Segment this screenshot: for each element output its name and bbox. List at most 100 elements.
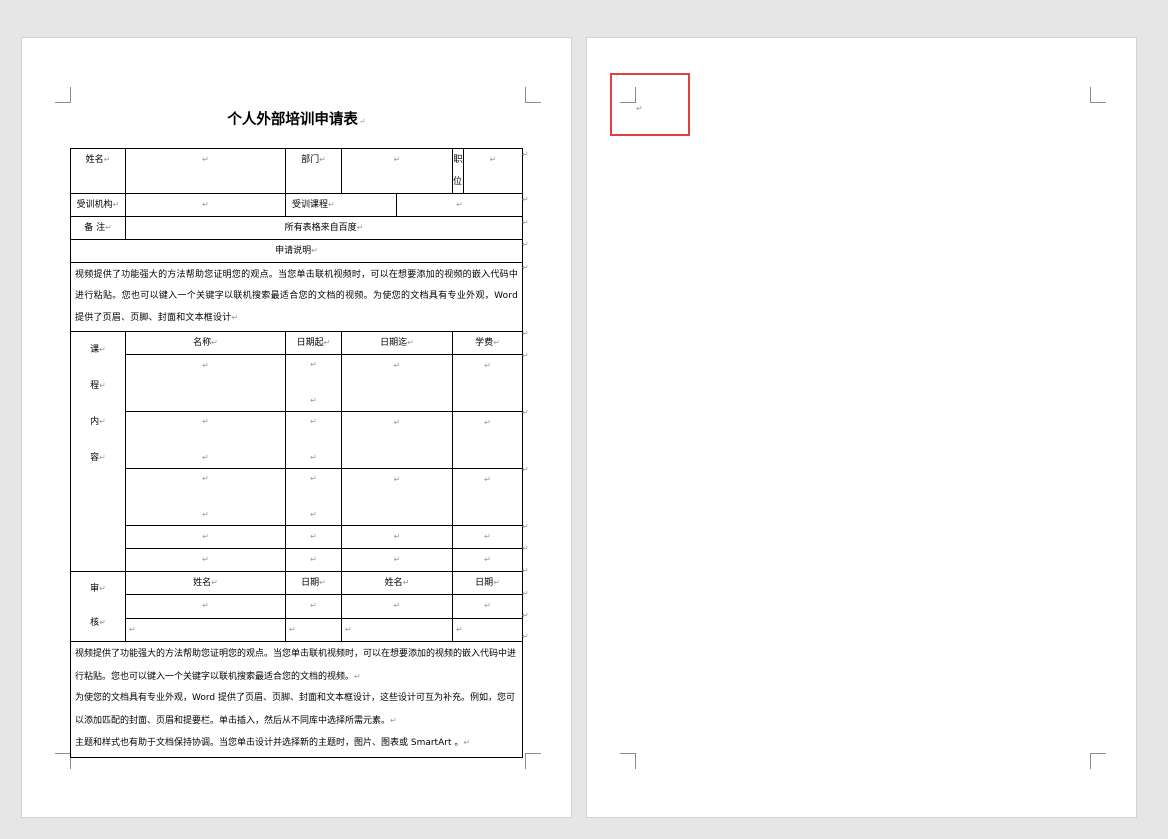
table-row-basic-info: 姓名↵ ↵ 部门↵ ↵ 职位↵ ↵	[70, 148, 524, 194]
course-cell[interactable]: ↵	[124, 354, 287, 412]
paragraph-mark-icon: ↵	[358, 117, 366, 126]
approval-cell[interactable]: ↵	[124, 617, 287, 643]
footer-line-3: 主题和样式也有助于文档保持协调。当您单击设计并选择新的主题时，图片、图表或 Sm…	[75, 738, 464, 748]
course-cell[interactable]: ↵ ↵	[285, 354, 343, 412]
course-cell[interactable]: ↵ ↵	[285, 468, 343, 526]
position-label-cell[interactable]: 职位↵	[452, 148, 465, 194]
remark-value-cell[interactable]: 所有表格来自百度↵	[124, 216, 524, 240]
document-title[interactable]: 个人外部培训申请表↵	[22, 108, 571, 129]
course-cell[interactable]: ↵	[341, 468, 454, 526]
approval-cell[interactable]: ↵	[452, 594, 524, 619]
table-row: ↵ ↵ ↵ ↵	[71, 548, 524, 572]
table-row: ↵ ↵ ↵ ↵ ↵	[71, 354, 524, 412]
footer-line-2: 为使您的文档具有专业外观，Word 提供了页眉、页脚、封面和文本框设计，这些设计…	[75, 693, 515, 726]
approval-cell[interactable]: ↵	[452, 617, 524, 643]
row-end-mark-icon: ↵	[522, 195, 529, 204]
course-cell[interactable]: ↵	[452, 354, 524, 412]
table-row-training: 受训机构↵ ↵ 受训课程↵ ↵	[70, 193, 524, 217]
course-value-cell[interactable]: ↵	[396, 193, 524, 217]
approval-cell[interactable]: ↵	[341, 594, 454, 619]
application-notes-cell[interactable]: 视频提供了功能强大的方法帮助您证明您的观点。当您单击联机视频时，可以在想要添加的…	[69, 262, 524, 332]
table-row: ↵ ↵ ↵ ↵	[71, 594, 524, 619]
row-end-mark-icon: ↵	[522, 263, 529, 272]
margin-corner-bottom-left	[55, 753, 71, 769]
course-cell[interactable]: ↵	[452, 525, 524, 549]
margin-corner-bottom-right	[1090, 753, 1106, 769]
document-page-2[interactable]: ↵	[586, 37, 1137, 818]
row-end-mark-icon: ↵	[522, 566, 529, 575]
name-label-cell[interactable]: 姓名↵	[70, 148, 126, 194]
course-header-name[interactable]: 名称↵	[124, 331, 287, 355]
approval-header-date-1[interactable]: 日期↵	[285, 570, 343, 596]
course-header-date-to[interactable]: 日期迄↵	[341, 331, 454, 355]
row-end-mark-icon: ↵	[522, 329, 529, 338]
course-cell[interactable]: ↵	[124, 548, 287, 572]
table-row-footer-notes: 视频提供了功能强大的方法帮助您证明您的观点。当您单击联机视频时，可以在想要添加的…	[69, 641, 524, 758]
course-cell[interactable]: ↵ ↵	[124, 468, 287, 526]
table-row-remark: 备 注↵ 所有表格来自百度↵	[70, 216, 524, 240]
course-cell[interactable]: ↵	[341, 548, 454, 572]
cursor-highlight-box	[610, 73, 690, 136]
margin-corner-top-right	[1090, 87, 1106, 103]
margin-corner-bottom-right	[525, 753, 541, 769]
row-end-mark-icon: ↵	[522, 408, 529, 417]
course-cell[interactable]: ↵	[341, 525, 454, 549]
row-end-mark-icon: ↵	[522, 522, 529, 531]
row-end-mark-icon: ↵	[522, 218, 529, 227]
row-end-mark-icon: ↵	[522, 611, 529, 620]
dept-label-cell[interactable]: 部门↵	[285, 148, 343, 194]
row-end-mark-icon: ↵	[522, 632, 529, 641]
approval-cell[interactable]: ↵	[285, 617, 343, 643]
course-cell[interactable]: ↵	[452, 411, 524, 469]
training-application-table[interactable]: 姓名↵ ↵ 部门↵ ↵ 职位↵ ↵ 受训机构↵ ↵ 受训课程↵ ↵ 备 注↵ 所…	[69, 148, 524, 758]
margin-corner-bottom-left	[620, 753, 636, 769]
position-value-cell[interactable]: ↵	[463, 148, 524, 194]
name-value-cell[interactable]: ↵	[124, 148, 287, 194]
course-cell[interactable]: ↵	[285, 525, 343, 549]
approval-header-date-2[interactable]: 日期↵	[452, 570, 524, 596]
org-label-cell[interactable]: 受训机构↵	[70, 193, 126, 217]
row-end-mark-icon: ↵	[522, 240, 529, 249]
course-header-date-from[interactable]: 日期起↵	[285, 331, 343, 355]
table-row: ↵ ↵ ↵ ↵ ↵ ↵	[71, 411, 524, 469]
footer-line-1: 视频提供了功能强大的方法帮助您证明您的观点。当您单击联机视频时，可以在想要添加的…	[75, 649, 517, 682]
table-row-notes-paragraph: 视频提供了功能强大的方法帮助您证明您的观点。当您单击联机视频时，可以在想要添加的…	[69, 262, 524, 332]
document-title-text: 个人外部培训申请表	[227, 111, 358, 128]
course-cell[interactable]: ↵	[341, 354, 454, 412]
course-label-cell[interactable]: 受训课程↵	[285, 193, 398, 217]
row-end-mark-icon: ↵	[522, 544, 529, 553]
table-row: ↵ ↵ ↵ ↵ ↵ ↵	[71, 468, 524, 526]
remark-label-cell[interactable]: 备 注↵	[70, 216, 126, 240]
course-cell[interactable]: ↵ ↵	[285, 411, 343, 469]
approval-header-name-1[interactable]: 姓名↵	[124, 570, 287, 596]
course-cell[interactable]: ↵	[285, 548, 343, 572]
row-end-mark-icon: ↵	[522, 351, 529, 360]
row-end-mark-icon: ↵	[522, 150, 529, 159]
org-value-cell[interactable]: ↵	[124, 193, 287, 217]
course-header-fee[interactable]: 学费↵	[452, 331, 524, 355]
margin-corner-top-left	[55, 87, 71, 103]
course-side-label-cell[interactable]: 课↵ 程↵ 内↵ 容↵	[70, 331, 126, 572]
approval-header-name-2[interactable]: 姓名↵	[341, 570, 454, 596]
dept-value-cell[interactable]: ↵	[341, 148, 454, 194]
table-row: ↵ ↵ ↵ ↵	[71, 617, 524, 643]
course-cell[interactable]: ↵	[341, 411, 454, 469]
course-cell[interactable]: ↵ ↵	[124, 411, 287, 469]
margin-corner-top-right	[525, 87, 541, 103]
course-cell[interactable]: ↵	[124, 525, 287, 549]
approval-cell[interactable]: ↵	[341, 617, 454, 643]
course-cell[interactable]: ↵	[452, 548, 524, 572]
course-header-row: 课↵ 程↵ 内↵ 容↵ 名称↵ 日期起↵ 日期迄↵ 学费↵	[70, 331, 524, 572]
course-cell[interactable]: ↵	[452, 468, 524, 526]
row-end-mark-icon: ↵	[522, 465, 529, 474]
table-row-section-title: 申请说明↵	[69, 239, 524, 263]
document-page-1[interactable]: 个人外部培训申请表↵ 姓名↵ ↵ 部门↵ ↵ 职位↵ ↵ 受训机构↵ ↵ 受训课…	[21, 37, 572, 818]
approval-header-row: 审↵ 核↵ 姓名↵ 日期↵ 姓名↵ 日期↵	[70, 570, 524, 642]
row-end-mark-icon: ↵	[522, 589, 529, 598]
application-notes-title-cell[interactable]: 申请说明↵	[69, 239, 524, 263]
approval-cell[interactable]: ↵	[285, 594, 343, 619]
approval-cell[interactable]: ↵	[124, 594, 287, 619]
footer-notes-cell[interactable]: 视频提供了功能强大的方法帮助您证明您的观点。当您单击联机视频时，可以在想要添加的…	[69, 641, 524, 758]
table-row: ↵ ↵ ↵ ↵	[71, 525, 524, 549]
approval-side-label-cell[interactable]: 审↵ 核↵	[70, 571, 126, 642]
